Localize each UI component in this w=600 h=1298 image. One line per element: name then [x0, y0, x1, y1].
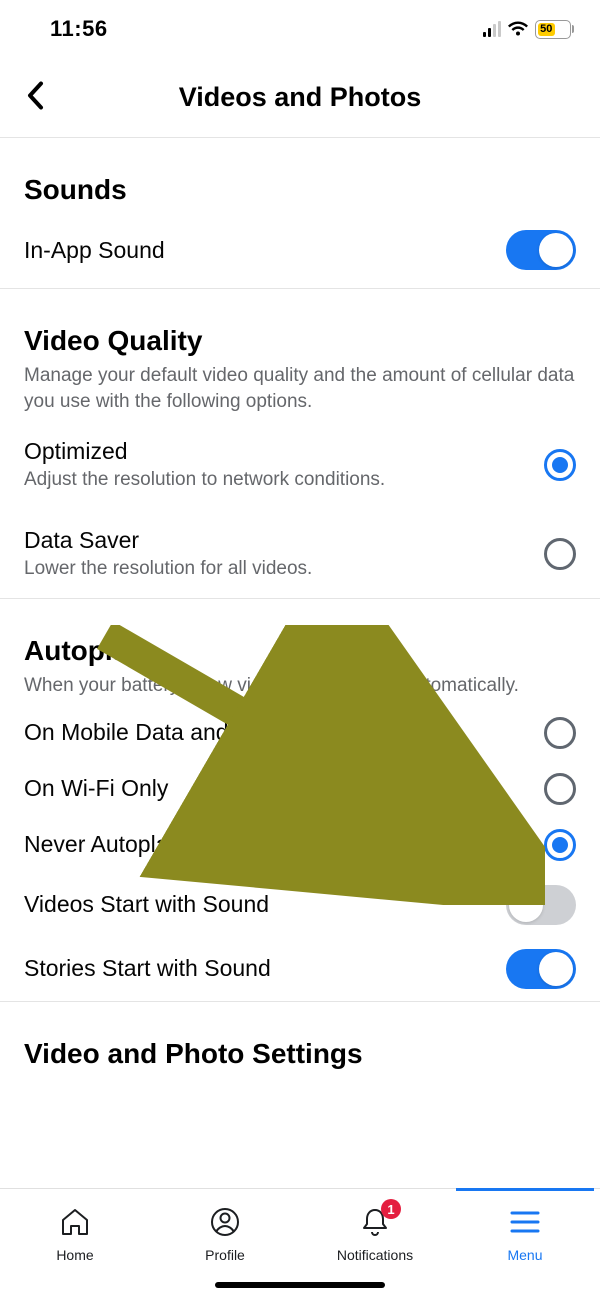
section-desc-video-quality: Manage your default video quality and th…: [24, 363, 576, 414]
row-autoplay-wifi-only[interactable]: On Wi-Fi Only: [24, 761, 576, 817]
optimized-label: Optimized: [24, 438, 526, 465]
autoplay-wifi-only-radio[interactable]: [544, 773, 576, 805]
row-autoplay-mobile-wifi[interactable]: On Mobile Data and Wi-Fi: [24, 705, 576, 761]
stories-start-sound-toggle[interactable]: [506, 949, 576, 989]
optimized-sublabel: Adjust the resolution to network conditi…: [24, 469, 526, 491]
battery-icon: 50: [535, 20, 574, 39]
divider: [0, 288, 600, 289]
section-title-video-quality: Video Quality: [24, 325, 576, 357]
tab-menu-label: Menu: [507, 1247, 542, 1263]
page-title: Videos and Photos: [0, 82, 600, 113]
status-time: 11:56: [50, 16, 108, 42]
row-autoplay-never[interactable]: Never Autoplay Videos: [24, 817, 576, 873]
back-button[interactable]: [18, 73, 52, 122]
section-desc-autoplay: When your battery is low videos stop pla…: [24, 673, 576, 699]
content-scroll[interactable]: Sounds In-App Sound Video Quality Manage…: [0, 174, 600, 1094]
cellular-signal-icon: [483, 21, 501, 37]
chevron-left-icon: [26, 81, 44, 109]
section-title-sounds: Sounds: [24, 174, 576, 206]
data-saver-sublabel: Lower the resolution for all videos.: [24, 558, 526, 580]
hamburger-icon: [509, 1209, 541, 1235]
row-videos-start-sound: Videos Start with Sound: [24, 873, 576, 937]
section-title-video-photo-settings: Video and Photo Settings: [24, 1038, 576, 1070]
in-app-sound-label: In-App Sound: [24, 237, 488, 264]
data-saver-label: Data Saver: [24, 527, 526, 554]
tab-home-label: Home: [56, 1247, 93, 1263]
battery-percent: 50: [538, 23, 555, 36]
home-indicator[interactable]: [215, 1282, 385, 1288]
tab-home[interactable]: Home: [0, 1189, 150, 1298]
status-indicators: 50: [483, 20, 574, 39]
autoplay-never-radio[interactable]: [544, 829, 576, 861]
tab-menu[interactable]: Menu: [450, 1189, 600, 1298]
nav-header: Videos and Photos: [0, 58, 600, 138]
autoplay-never-label: Never Autoplay Videos: [24, 831, 526, 858]
row-stories-start-sound: Stories Start with Sound: [24, 937, 576, 1001]
videos-start-sound-label: Videos Start with Sound: [24, 891, 488, 918]
tab-profile-label: Profile: [205, 1247, 245, 1263]
wifi-icon: [507, 21, 529, 37]
profile-icon: [209, 1206, 241, 1238]
divider: [0, 598, 600, 599]
divider: [0, 1001, 600, 1002]
autoplay-mobile-wifi-label: On Mobile Data and Wi-Fi: [24, 719, 526, 746]
home-icon: [59, 1206, 91, 1238]
notification-badge: 1: [381, 1199, 401, 1219]
section-title-autoplay: Autoplay: [24, 635, 576, 667]
row-optimized[interactable]: Optimized Adjust the resolution to netwo…: [24, 420, 576, 509]
autoplay-wifi-only-label: On Wi-Fi Only: [24, 775, 526, 802]
stories-start-sound-label: Stories Start with Sound: [24, 955, 488, 982]
data-saver-radio[interactable]: [544, 538, 576, 570]
status-bar: 11:56 50: [0, 0, 600, 58]
videos-start-sound-toggle[interactable]: [506, 885, 576, 925]
row-in-app-sound: In-App Sound: [24, 212, 576, 288]
row-data-saver[interactable]: Data Saver Lower the resolution for all …: [24, 509, 576, 598]
autoplay-mobile-wifi-radio[interactable]: [544, 717, 576, 749]
in-app-sound-toggle[interactable]: [506, 230, 576, 270]
tab-notifications-label: Notifications: [337, 1247, 413, 1263]
optimized-radio[interactable]: [544, 449, 576, 481]
